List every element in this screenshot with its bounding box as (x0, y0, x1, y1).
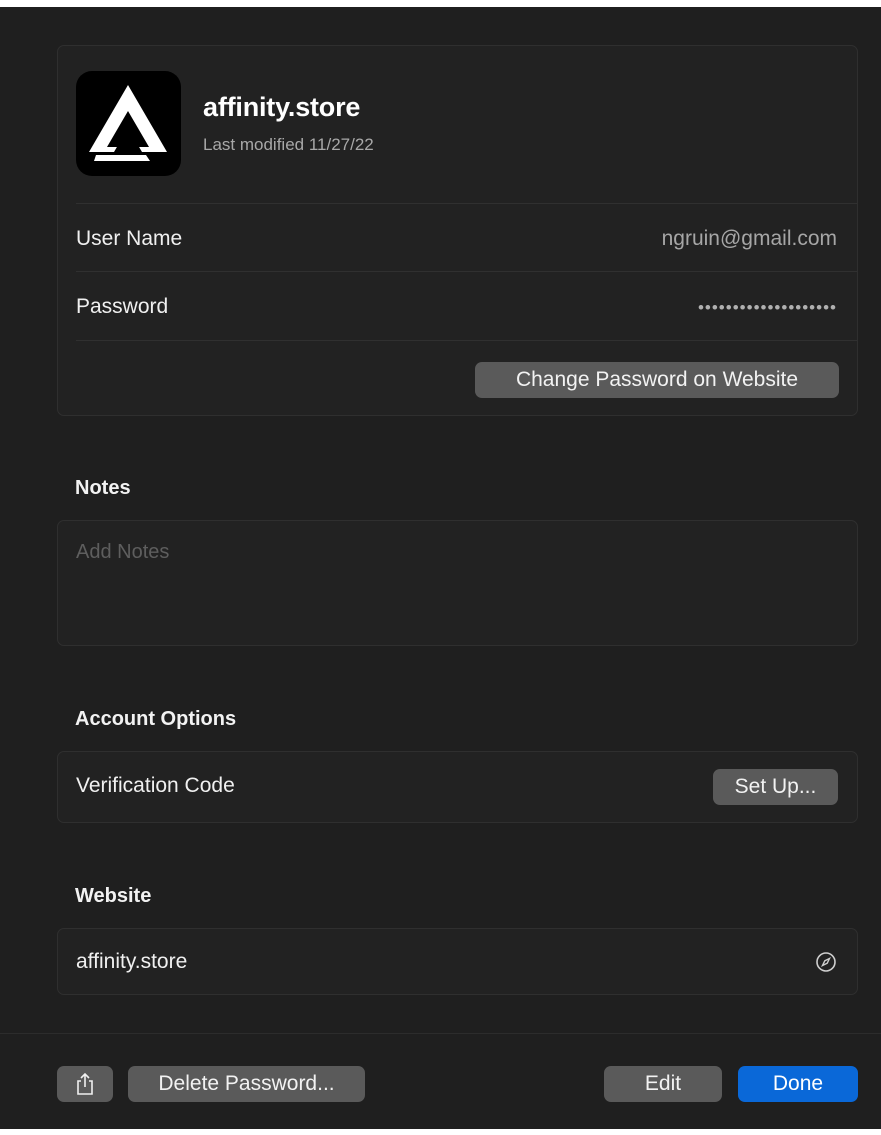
notes-title: Notes (75, 477, 131, 499)
footer-divider (0, 1033, 881, 1034)
credential-card: affinity.store Last modified 11/27/22 Us… (57, 45, 858, 416)
change-password-button[interactable]: Change Password on Website (475, 362, 839, 398)
share-button[interactable] (57, 1066, 113, 1102)
username-value[interactable]: ngruin@gmail.com (662, 227, 837, 251)
verification-card: Verification Code Set Up... (57, 751, 858, 823)
password-detail-window: affinity.store Last modified 11/27/22 Us… (0, 7, 881, 1129)
account-options-title: Account Options (75, 708, 237, 730)
share-icon (77, 1072, 93, 1095)
setup-button[interactable]: Set Up... (713, 769, 838, 805)
divider (76, 203, 857, 204)
affinity-logo-icon (76, 71, 181, 176)
compass-icon[interactable] (815, 951, 837, 973)
entry-title: affinity.store (203, 92, 361, 122)
username-label: User Name (76, 227, 183, 250)
notes-input[interactable] (76, 541, 839, 629)
website-card[interactable]: affinity.store (57, 928, 858, 995)
password-value[interactable]: •••••••••••••••••••• (698, 298, 837, 318)
delete-password-button[interactable]: Delete Password... (128, 1066, 365, 1102)
last-modified-text: Last modified 11/27/22 (203, 135, 374, 154)
website-url[interactable]: affinity.store (76, 950, 187, 974)
website-title: Website (75, 885, 152, 907)
verification-code-label: Verification Code (76, 774, 235, 797)
password-label: Password (76, 295, 169, 318)
notes-card (57, 520, 858, 646)
edit-button[interactable]: Edit (604, 1066, 722, 1102)
divider (76, 340, 857, 341)
done-button[interactable]: Done (738, 1066, 858, 1102)
divider (76, 271, 857, 272)
